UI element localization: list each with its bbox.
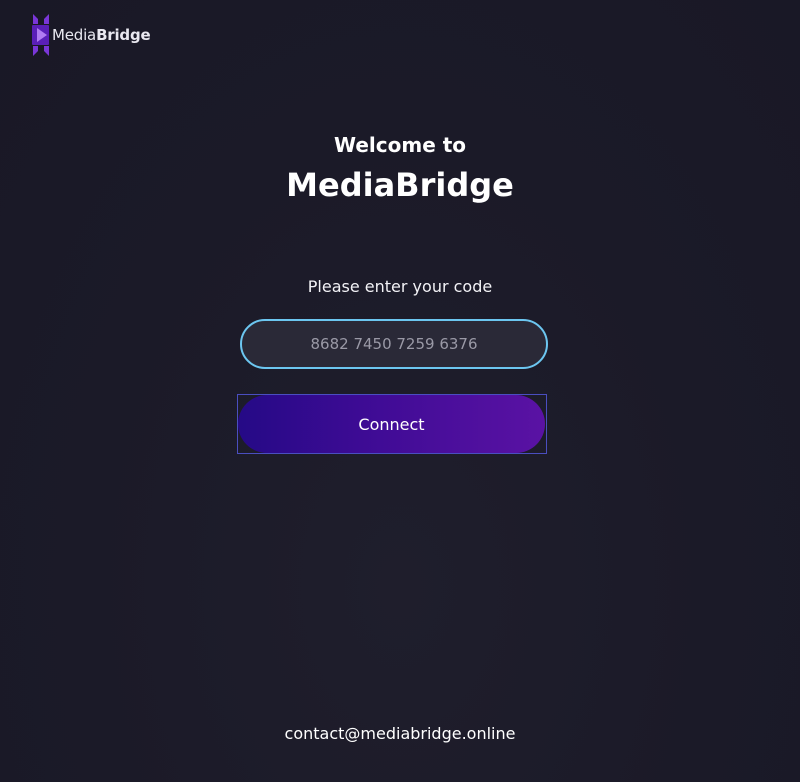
connect-button[interactable]: Connect bbox=[238, 395, 545, 453]
contact-email[interactable]: contact@mediabridge.online bbox=[0, 723, 800, 745]
code-input[interactable] bbox=[240, 319, 548, 369]
logo-text: MediaBridge bbox=[52, 26, 151, 44]
code-prompt: Please enter your code bbox=[307, 277, 493, 296]
page: MediaBridge Welcome to MediaBridge Pleas… bbox=[0, 0, 800, 782]
welcome-heading: Welcome to bbox=[333, 133, 467, 157]
brand-title: MediaBridge bbox=[286, 166, 514, 204]
logo-text-bold: Bridge bbox=[96, 26, 151, 44]
mediabridge-logo-icon bbox=[32, 14, 49, 56]
logo-text-light: Media bbox=[52, 26, 97, 44]
logo[interactable]: MediaBridge bbox=[31, 14, 151, 56]
